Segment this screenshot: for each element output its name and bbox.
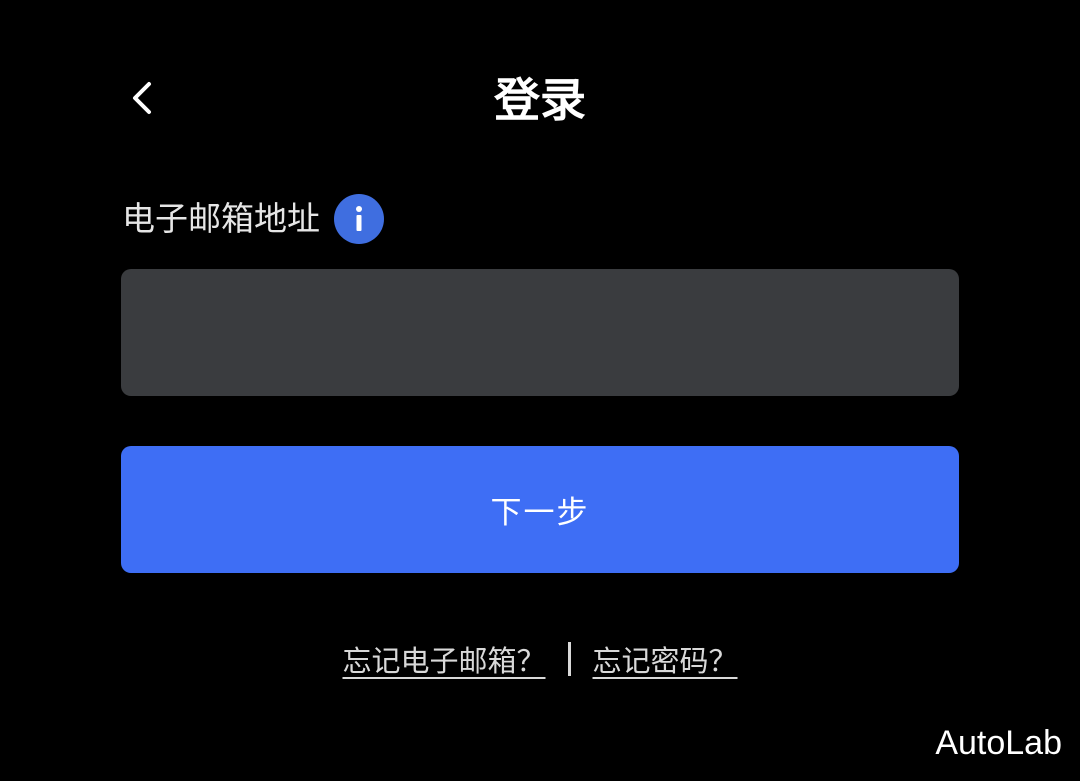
- link-divider: [567, 642, 571, 676]
- forgot-password-link[interactable]: 忘记密码？: [593, 638, 738, 680]
- email-input[interactable]: [121, 269, 959, 396]
- page-title: 登录: [494, 73, 586, 127]
- email-label: 电子邮箱地址: [122, 199, 320, 238]
- help-links: 忘记电子邮箱？ 忘记密码？: [0, 634, 1080, 684]
- info-icon[interactable]: [334, 194, 384, 244]
- next-button[interactable]: 下一步: [121, 446, 959, 573]
- email-label-row: 电子邮箱地址: [122, 192, 384, 246]
- watermark: AutoLab: [935, 724, 1062, 762]
- forgot-email-link[interactable]: 忘记电子邮箱？: [342, 638, 545, 680]
